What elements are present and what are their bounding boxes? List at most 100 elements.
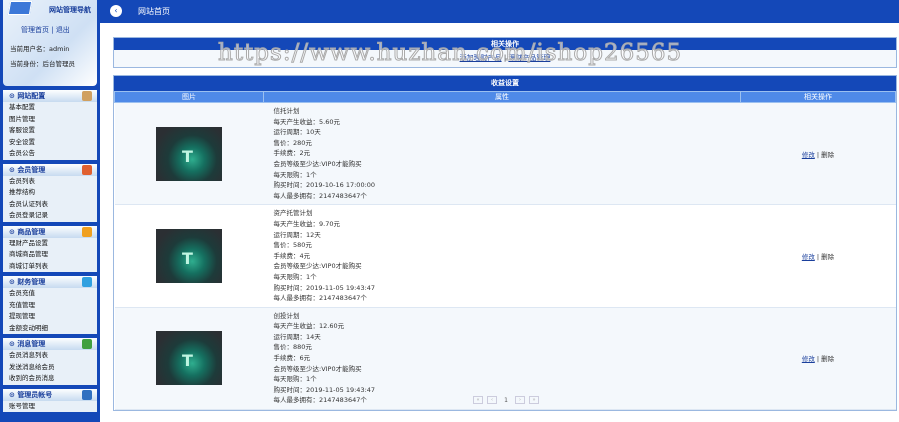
sidebar-section-header[interactable]: ⊙ 财务管理 (3, 276, 97, 288)
delete-link[interactable]: 删除 (821, 253, 834, 261)
delete-link[interactable]: 删除 (821, 151, 834, 159)
sidebar-section: ⊙ 财务管理 会员充值 充值管理 提现管理 金额变动明细 (3, 276, 97, 334)
sidebar-item[interactable]: 图片管理 (3, 114, 97, 125)
product-attr: 购买时间：2019-11-05 19:43:47 (273, 385, 376, 394)
separator: | (816, 355, 820, 364)
product-attr: 每人最多拥有：2147483647个 (273, 191, 367, 200)
sidebar-item[interactable]: 会员登录记录 (3, 210, 97, 222)
last-page-button[interactable]: » (529, 396, 539, 404)
current-role: 当前身份：后台管理员 (10, 60, 75, 68)
income-panel-title: 收益设置 (114, 76, 896, 91)
logout-link[interactable]: 退出 (56, 26, 70, 34)
separator: | (816, 150, 820, 159)
sidebar-item[interactable]: 收到的会员消息 (3, 373, 97, 385)
section-icon (82, 226, 92, 237)
product-image: T (156, 126, 222, 181)
table-row: T 资产托管计划 每天产生收益：9.70元 运行周期：12天 售价：580元 手续费：4元… (114, 204, 896, 308)
page-title: 网站首页 (138, 7, 170, 16)
product-attr: 会员等级至少达:VIP0才能购买 (273, 159, 362, 168)
sidebar-item[interactable]: 会员充值 (3, 288, 97, 300)
edit-link[interactable]: 修改 (802, 253, 815, 261)
sidebar-section: ⊙ 消息管理 会员消息列表 发送消息给会员 收到的会员消息 (3, 338, 97, 385)
product-attr: 创投计划 (273, 311, 300, 320)
product-attr: 会员等级至少达:VIP0才能购买 (273, 262, 362, 271)
sidebar-item[interactable]: 提现管理 (3, 311, 97, 323)
product-attr: 手续费：6元 (273, 354, 311, 363)
edit-link[interactable]: 修改 (802, 355, 815, 363)
sidebar-item[interactable]: 商城商品管理 (3, 249, 97, 261)
product-attr: 手续费：4元 (273, 251, 311, 260)
sidebar-item[interactable]: 会员认证列表 (3, 199, 97, 210)
sidebar-section-header[interactable]: ⊙ 网站配置 (3, 90, 97, 102)
sidebar-section: ⊙ 商品管理 理财产品设置 商城商品管理 商城订单列表 (3, 225, 97, 272)
sidebar-item[interactable]: 理财产品设置 (3, 238, 97, 249)
section-title: 消息管理 (17, 340, 46, 348)
product-attr: 购买时间：2019-11-05 19:43:47 (273, 283, 376, 292)
product-attr: 每天限购：1个 (273, 170, 317, 179)
product-attr: 售价：580元 (273, 241, 312, 250)
product-attr: 售价：880元 (273, 343, 312, 352)
admin-home-link[interactable]: 管理首页 (21, 26, 49, 34)
current-user: 当前用户名：admin (10, 45, 70, 53)
sidebar-item[interactable]: 安全设置 (3, 137, 97, 148)
product-image: T (156, 229, 222, 284)
sidebar-item[interactable]: 客服设置 (3, 125, 97, 137)
product-attr: 手续费：2元 (273, 149, 311, 158)
sidebar-item[interactable]: 充值管理 (3, 300, 97, 311)
sidebar-item[interactable]: 会员列表 (3, 176, 97, 187)
sidebar-section: ⊙ 网站配置 基本配置 图片管理 客服设置 安全设置 会员公告 (3, 90, 97, 160)
product-table: 图片 属性 相关操作 T 信托计划 每天产生收益：5.60元 运行周期：10天 售价：2… (114, 91, 896, 411)
product-attr: 运行周期：12天 (273, 230, 321, 239)
top-bar: ‹ 网站首页 (100, 0, 899, 23)
separator: | (503, 54, 507, 62)
income-panel: 收益设置 图片 属性 相关操作 T 信托计划 每天产生收益：5.60元 运行周期：10… (113, 75, 897, 412)
ops-panel-title: 相关操作 (114, 38, 896, 50)
sidebar-item[interactable]: 基本配置 (3, 102, 97, 114)
section-title: 会员管理 (17, 165, 46, 174)
product-attr: 每天限购：1个 (273, 272, 317, 281)
sidebar-item[interactable]: 会员消息列表 (3, 350, 97, 362)
sidebar-section-header[interactable]: ⊙ 管理员帐号 (3, 388, 97, 401)
sidebar-item[interactable]: 会员公告 (3, 148, 97, 160)
sidebar-section: ⊙ 管理员帐号 账号管理 (3, 388, 97, 412)
product-attr: 会员等级至少达:VIP0才能购买 (273, 364, 362, 373)
ops-panel: 相关操作 添加理财产品 | 理财产品管理 (113, 37, 897, 68)
sidebar-section-header[interactable]: ⊙ 商品管理 (3, 225, 97, 238)
sidebar-item[interactable]: 账号管理 (3, 401, 97, 412)
sidebar-header: 网站管理导航 管理首页 | 退出 当前用户名：admin 当前身份：后台管理员 (3, 0, 97, 86)
sidebar-item[interactable]: 推荐结构 (3, 187, 97, 199)
sidebar-item[interactable]: 商城订单列表 (3, 261, 97, 272)
separator: | (816, 253, 820, 262)
product-attr: 每天限购：1个 (273, 375, 317, 384)
section-icon (82, 389, 92, 400)
sidebar-item[interactable]: 发送消息给会员 (3, 362, 97, 373)
manage-product-link[interactable]: 理财产品管理 (508, 54, 550, 62)
prev-page-button[interactable]: ‹ (487, 396, 497, 404)
product-attr: 运行周期：10天 (273, 128, 321, 137)
product-image: T (156, 331, 222, 386)
product-attr: 购买时间：2019-10-16 17:00:00 (273, 181, 376, 190)
add-product-link[interactable]: 添加理财产品 (460, 54, 502, 62)
current-page: 1 (504, 396, 508, 404)
section-icon (82, 277, 92, 287)
product-attr: 每天产生收益：5.60元 (273, 117, 340, 126)
col-ops: 相关操作 (740, 91, 896, 103)
sidebar: 网站管理导航 管理首页 | 退出 当前用户名：admin 当前身份：后台管理员 ⊙… (0, 0, 100, 422)
next-page-button[interactable]: › (515, 396, 525, 404)
product-attr: 每天产生收益：9.70元 (273, 219, 340, 228)
edit-link[interactable]: 修改 (802, 151, 815, 159)
delete-link[interactable]: 删除 (821, 355, 834, 363)
product-attr: 运行周期：14天 (273, 332, 321, 341)
section-icon (82, 164, 92, 175)
section-title: 财务管理 (17, 278, 46, 286)
sidebar-item[interactable]: 金额变动明细 (3, 323, 97, 334)
sidebar-section: ⊙ 会员管理 会员列表 推荐结构 会员认证列表 会员登录记录 (3, 163, 97, 222)
section-title: 管理员帐号 (17, 390, 53, 399)
section-icon (82, 91, 92, 101)
product-attr: 每人最多拥有：2147483647个 (273, 294, 367, 303)
table-row: T 创投计划 每天产生收益：12.60元 运行周期：14天 售价：880元 手续费：6元会… (114, 307, 896, 411)
sidebar-section-header[interactable]: ⊙ 消息管理 (3, 338, 97, 350)
first-page-button[interactable]: « (473, 396, 483, 404)
back-icon[interactable]: ‹ (110, 5, 122, 17)
sidebar-section-header[interactable]: ⊙ 会员管理 (3, 163, 97, 176)
